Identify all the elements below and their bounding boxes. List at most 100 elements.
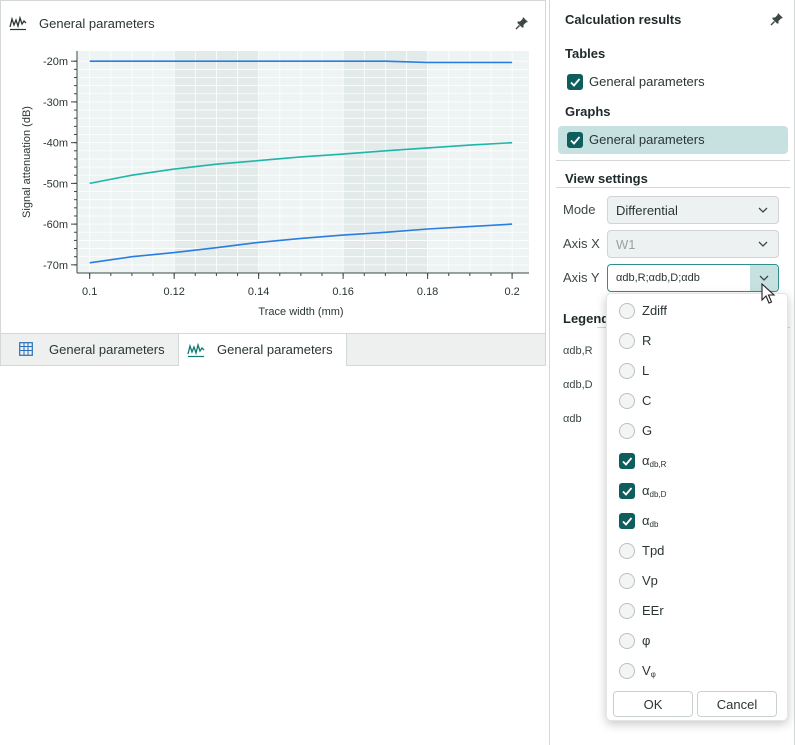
axis-y-option[interactable]: αdb bbox=[607, 506, 787, 536]
ok-button[interactable]: OK bbox=[613, 691, 693, 717]
y-axis-label: Signal attenuation (dB) bbox=[21, 106, 33, 218]
mode-select[interactable]: Differential bbox=[607, 196, 779, 224]
y-tick-label: -70m bbox=[43, 260, 68, 272]
legend-item: αdb,D bbox=[563, 379, 593, 391]
option-label: C bbox=[642, 393, 652, 408]
option-label: φ bbox=[642, 633, 651, 648]
option-label: Vφ bbox=[642, 663, 656, 679]
axis-x-select: W1 bbox=[607, 230, 779, 258]
mode-value: Differential bbox=[616, 203, 678, 218]
graphs-heading: Graphs bbox=[565, 104, 611, 119]
checkbox-unchecked-icon bbox=[619, 543, 635, 559]
x-tick-label: 0.1 bbox=[82, 286, 97, 298]
chart-header: General parameters bbox=[1, 1, 545, 45]
axis-y-label: Axis Y bbox=[563, 270, 600, 285]
checkbox-checked-icon bbox=[619, 513, 635, 529]
pin-icon[interactable] bbox=[515, 16, 529, 30]
x-axis-label: Trace width (mm) bbox=[258, 306, 343, 318]
checkbox-checked-icon bbox=[567, 132, 583, 148]
checkbox-unchecked-icon bbox=[619, 303, 635, 319]
y-tick-label: -50m bbox=[43, 178, 68, 190]
axis-y-option[interactable]: Vp bbox=[607, 566, 787, 596]
axis-y-option[interactable]: G bbox=[607, 416, 787, 446]
graphs-general-parameters-checkbox[interactable]: General parameters bbox=[558, 126, 788, 154]
line-chart: -20m -30m -40m -50m -60m -70m 0.1 0.12 0.14 0.16 0… bbox=[21, 51, 529, 318]
axis-y-option[interactable]: Tpd bbox=[607, 536, 787, 566]
chart-panel-title: General parameters bbox=[39, 16, 155, 31]
chevron-down-icon bbox=[759, 275, 769, 281]
cancel-button[interactable]: Cancel bbox=[697, 691, 777, 717]
pin-icon[interactable] bbox=[770, 12, 784, 26]
y-tick-label: -60m bbox=[43, 219, 68, 231]
tab-bar: General parameters General parameters bbox=[1, 333, 545, 366]
divider bbox=[556, 187, 790, 188]
checkbox-unchecked-icon bbox=[619, 603, 635, 619]
axis-y-option[interactable]: L bbox=[607, 356, 787, 386]
table-icon bbox=[19, 342, 33, 356]
checkbox-unchecked-icon bbox=[619, 393, 635, 409]
x-tick-label: 0.12 bbox=[163, 286, 184, 298]
checkbox-unchecked-icon bbox=[619, 633, 635, 649]
tables-general-parameters-checkbox[interactable]: General parameters bbox=[558, 68, 788, 96]
plot-area bbox=[77, 51, 529, 273]
axis-y-option[interactable]: C bbox=[607, 386, 787, 416]
axis-y-select[interactable]: αdb,R;αdb,D;αdb bbox=[607, 264, 779, 292]
chart-wave-icon bbox=[9, 15, 27, 31]
panel-title: Calculation results bbox=[565, 12, 682, 27]
option-label: Vp bbox=[642, 573, 658, 588]
y-tick-label: -40m bbox=[43, 138, 68, 150]
option-label: Zdiff bbox=[642, 303, 668, 318]
tables-heading: Tables bbox=[565, 46, 606, 61]
axis-y-option[interactable]: Zdiff bbox=[607, 296, 787, 326]
checkbox-label: General parameters bbox=[589, 74, 705, 89]
checkbox-checked-icon bbox=[619, 453, 635, 469]
option-label: L bbox=[642, 363, 650, 378]
y-tick-label: -30m bbox=[43, 97, 68, 109]
option-label: αdb,R bbox=[642, 453, 667, 469]
x-tick-label: 0.14 bbox=[248, 286, 269, 298]
x-tick-label: 0.2 bbox=[504, 286, 519, 298]
checkbox-unchecked-icon bbox=[619, 363, 635, 379]
axis-y-option[interactable]: EEr bbox=[607, 596, 787, 626]
chevron-down-icon bbox=[758, 241, 768, 247]
option-label: αdb bbox=[642, 513, 659, 529]
option-label: R bbox=[642, 333, 652, 348]
axis-x-label: Axis X bbox=[563, 236, 600, 251]
option-label: αdb,D bbox=[642, 483, 667, 499]
axis-y-option[interactable]: R bbox=[607, 326, 787, 356]
axis-y-option[interactable]: αdb,R bbox=[607, 446, 787, 476]
axis-y-option[interactable]: Vφ bbox=[607, 656, 787, 686]
axis-x-value: W1 bbox=[616, 237, 636, 252]
checkbox-unchecked-icon bbox=[619, 573, 635, 589]
checkbox-checked-icon bbox=[567, 74, 583, 90]
checkbox-checked-icon bbox=[619, 483, 635, 499]
view-settings-heading: View settings bbox=[565, 171, 648, 186]
axis-y-value: αdb,R;αdb,D;αdb bbox=[616, 272, 700, 284]
chart-panel: General parameters -20m -30m -40m -50m -60m -… bbox=[0, 0, 546, 366]
divider bbox=[556, 160, 790, 161]
chevron-down-icon bbox=[758, 207, 768, 213]
option-label: Tpd bbox=[642, 543, 665, 558]
option-label: EEr bbox=[642, 603, 664, 618]
tab-label: General parameters bbox=[217, 342, 333, 357]
axis-y-option[interactable]: αdb,D bbox=[607, 476, 787, 506]
axis-y-option[interactable]: φ bbox=[607, 626, 787, 656]
x-tick-label: 0.18 bbox=[417, 286, 438, 298]
checkbox-unchecked-icon bbox=[619, 423, 635, 439]
tab-general-parameters-graph[interactable]: General parameters bbox=[179, 334, 347, 366]
y-tick-label: -20m bbox=[43, 56, 68, 68]
axis-y-dropdown: Zdiff R L C Gαdb,R αdb,D αdb Tpd Vp EEr φ Vφ OK Can… bbox=[606, 293, 788, 721]
legend-heading: Legend bbox=[563, 311, 610, 326]
option-label: G bbox=[642, 423, 653, 438]
chart-wave-icon bbox=[187, 342, 205, 358]
tab-general-parameters-table[interactable]: General parameters bbox=[1, 334, 179, 365]
legend-item: αdb bbox=[563, 413, 582, 425]
tab-label: General parameters bbox=[49, 342, 165, 357]
legend-item: αdb,R bbox=[563, 345, 593, 357]
checkbox-label: General parameters bbox=[589, 132, 705, 147]
mouse-cursor-icon bbox=[761, 283, 776, 304]
checkbox-unchecked-icon bbox=[619, 333, 635, 349]
x-tick-label: 0.16 bbox=[332, 286, 353, 298]
mode-label: Mode bbox=[563, 202, 596, 217]
checkbox-unchecked-icon bbox=[619, 663, 635, 679]
